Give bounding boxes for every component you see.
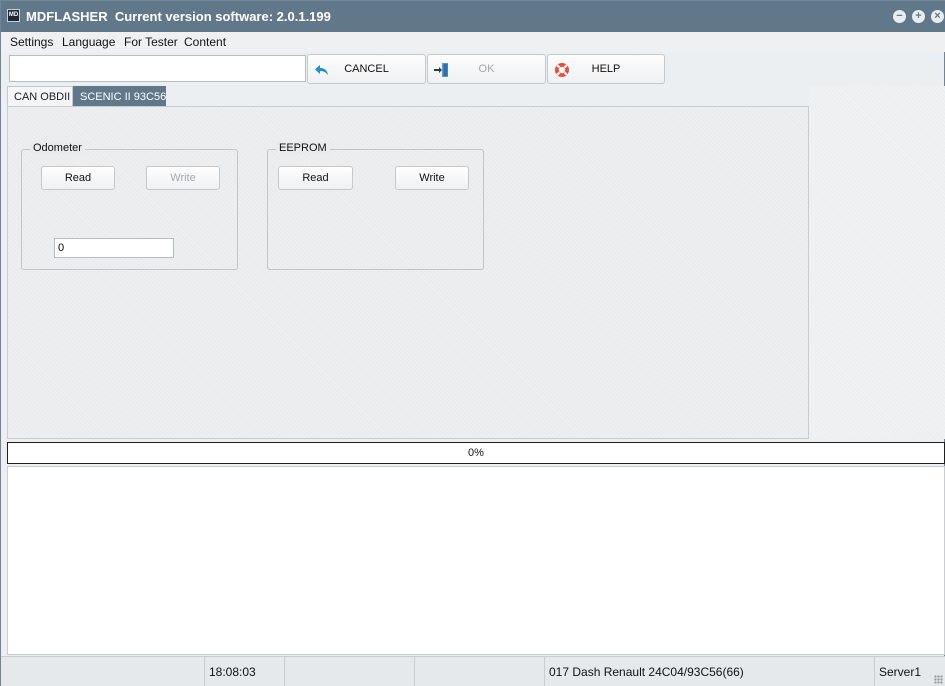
status-cell-empty-1 (1, 657, 205, 686)
progress-label: 0% (468, 447, 484, 459)
menu-for-tester[interactable]: For Tester (124, 35, 178, 49)
ok-button[interactable]: OK (427, 54, 546, 84)
eeprom-group: EEPROM Read Write (267, 142, 484, 270)
title-bar: MD MDFLASHER Current version software: 2… (1, 1, 945, 33)
close-button[interactable]: × (931, 10, 944, 23)
help-button[interactable]: HELP (547, 54, 665, 84)
status-device: 017 Dash Renault 24C04/93C56(66) (545, 657, 875, 686)
status-server-text: Server1 (879, 665, 922, 679)
cancel-label: CANCEL (344, 63, 389, 75)
app-logo-icon: MD (7, 9, 20, 22)
status-cell-empty-3 (415, 657, 545, 686)
odometer-group: Odometer Read Write (21, 142, 238, 270)
status-device-text: 017 Dash Renault 24C04/93C56(66) (549, 665, 744, 679)
command-input[interactable] (9, 55, 306, 82)
odometer-title: Odometer (30, 142, 85, 154)
device-panel: Odometer Read Write EEPROM Read Write (7, 106, 809, 439)
odometer-read-button[interactable]: Read (41, 166, 115, 190)
menu-language[interactable]: Language (62, 35, 115, 49)
help-label: HELP (591, 63, 621, 75)
ok-label: OK (478, 63, 495, 75)
status-cell-empty-2 (285, 657, 415, 686)
window-title: MDFLASHER Current version software: 2.0.… (26, 9, 331, 24)
tab-scenic-ii-93c56[interactable]: SCENIC II 93C56 (73, 86, 166, 106)
cancel-button[interactable]: CANCEL (307, 54, 426, 84)
minimize-button[interactable]: − (893, 10, 906, 23)
eeprom-title: EEPROM (276, 142, 330, 154)
menu-content[interactable]: Content (184, 35, 226, 49)
menu-bar: Settings Language For Tester Content (1, 32, 945, 52)
odometer-write-button[interactable]: Write (146, 166, 220, 190)
maximize-button[interactable]: + (912, 10, 925, 23)
progress-bar: 0% (7, 442, 945, 464)
status-time-text: 18:08:03 (209, 665, 256, 679)
eeprom-read-button[interactable]: Read (278, 166, 353, 190)
log-area[interactable] (7, 466, 945, 655)
resize-grip-icon[interactable] (934, 675, 943, 684)
main-window: MD MDFLASHER Current version software: 2… (0, 0, 945, 686)
status-bar: 18:08:03 017 Dash Renault 24C04/93C56(66… (1, 656, 945, 686)
odometer-value-input[interactable] (54, 238, 174, 258)
tab-can-obdii[interactable]: CAN OBDII (7, 86, 73, 106)
app-name: MDFLASHER (26, 9, 108, 24)
eeprom-write-button[interactable]: Write (395, 166, 469, 190)
status-time: 18:08:03 (205, 657, 285, 686)
menu-settings[interactable]: Settings (10, 35, 53, 49)
version-text: Current version software: 2.0.1.199 (114, 9, 331, 24)
side-pane (809, 86, 945, 439)
